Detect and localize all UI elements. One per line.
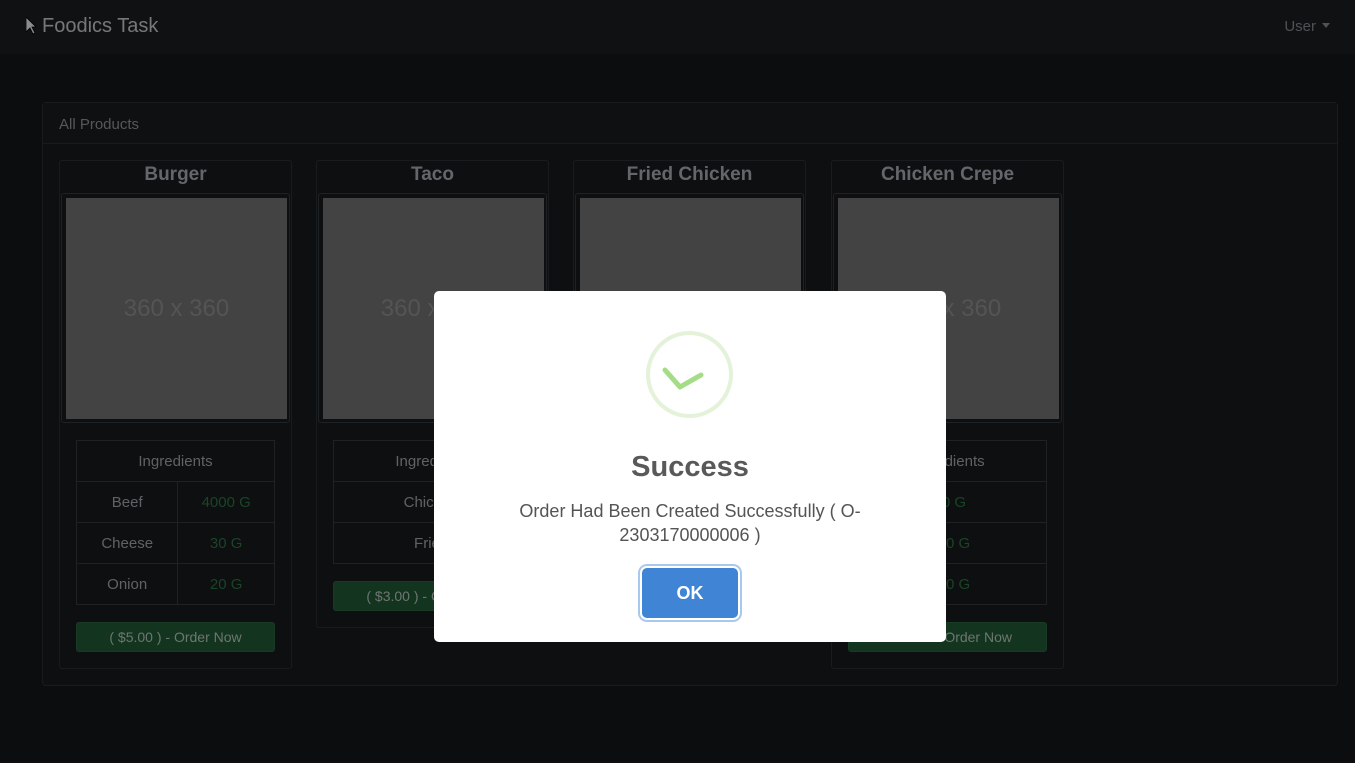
dialog-title: Success <box>631 451 749 483</box>
ok-button[interactable]: OK <box>642 568 738 618</box>
success-dialog: Success Order Had Been Created Successfu… <box>434 291 946 642</box>
dialog-message: Order Had Been Created Successfully ( O-… <box>519 501 861 545</box>
success-check-icon <box>646 331 733 418</box>
